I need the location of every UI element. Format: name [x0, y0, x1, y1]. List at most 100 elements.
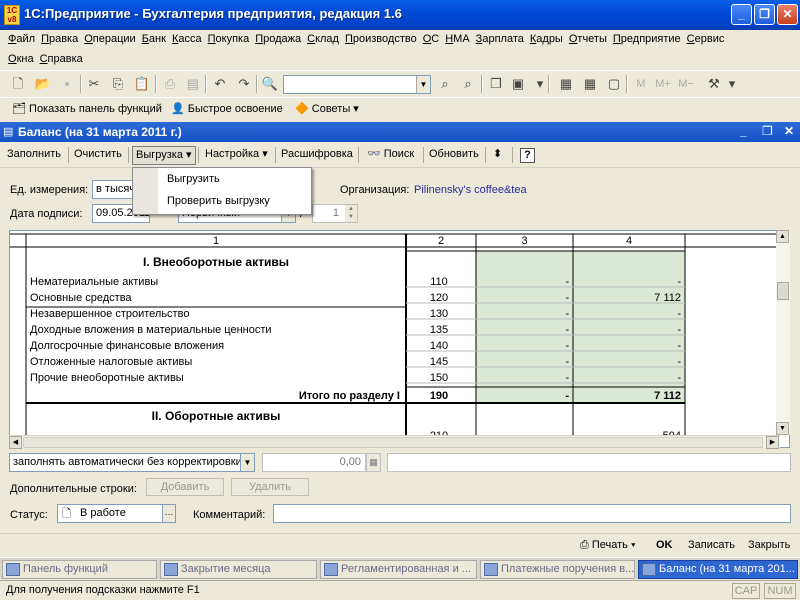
menu-item[interactable]: НМА — [442, 31, 472, 47]
doc-close-button[interactable]: ✕ — [784, 124, 794, 138]
menu-item[interactable]: Кадры — [527, 31, 566, 47]
scroll-right-icon[interactable]: ▶ — [766, 436, 779, 449]
search-button[interactable]: 👓 Поиск — [364, 146, 417, 165]
table-row-c4[interactable]: - — [573, 275, 681, 289]
open-folder-icon[interactable]: 📂 — [33, 74, 53, 94]
amount-comment-field[interactable] — [387, 453, 791, 472]
window-titlebar[interactable]: 1C v8 1С:Предприятие - Бухгалтерия предпр… — [0, 0, 800, 30]
unit-select[interactable]: в тысяч — [92, 180, 134, 199]
table-row-c3[interactable]: - — [476, 291, 569, 305]
calculator-icon[interactable]: ▦ — [366, 453, 381, 472]
total-row-col4[interactable]: 7 112 — [573, 389, 681, 403]
help-button[interactable]: ? — [520, 148, 535, 163]
close-form-button[interactable]: Закрыть — [748, 538, 790, 552]
menu-item[interactable]: Склад — [304, 31, 342, 47]
scroll-up-icon[interactable]: ▲ — [776, 230, 789, 243]
vertical-scrollbar[interactable]: ▲ ▼ — [776, 230, 790, 435]
menu-item[interactable]: Продажа — [252, 31, 304, 47]
task-month-close[interactable]: Закрытие месяца — [160, 560, 317, 579]
chevron-down-icon[interactable]: ▾ — [530, 74, 550, 94]
find-next-icon[interactable]: ⌕ — [435, 74, 455, 94]
save-button[interactable]: Записать — [688, 538, 735, 552]
undo-icon[interactable]: ↶ — [210, 74, 230, 94]
table-row-c3[interactable]: - — [476, 307, 569, 321]
print-icon[interactable]: ⎙ — [160, 74, 180, 94]
task-functions-panel[interactable]: Панель функций — [2, 560, 157, 579]
fill-button[interactable]: Заполнить — [4, 146, 64, 165]
ok-button[interactable]: OK — [656, 538, 673, 552]
decode-button[interactable]: Расшифровка — [278, 146, 356, 165]
table-row-c3[interactable]: - — [476, 275, 569, 289]
1c-icon[interactable]: ▣ — [508, 74, 528, 94]
delete-row-button[interactable]: Удалить — [231, 478, 309, 496]
doc-minimize-button[interactable]: _ — [740, 124, 747, 138]
minimize-button[interactable]: _ — [731, 4, 752, 25]
table-row-c4[interactable]: 7 112 — [573, 291, 681, 305]
organization-value[interactable]: Pilinensky's coffee&tea — [414, 184, 527, 196]
redo-icon[interactable]: ↷ — [234, 74, 254, 94]
copy-icon[interactable]: ⎘ — [108, 74, 128, 94]
menu-item[interactable]: Окна — [5, 51, 37, 67]
expand-collapse-icon[interactable]: ⬍ — [490, 146, 505, 165]
table-row-c3[interactable]: - — [476, 339, 569, 353]
settings-button[interactable]: Настройка ▾ — [202, 146, 271, 165]
amount-field[interactable]: 0,00 — [262, 453, 366, 472]
spinner-icon[interactable]: ▲ ▼ — [345, 205, 357, 222]
menu-item[interactable]: Файл — [5, 31, 38, 47]
export-button[interactable]: Выгрузка ▾ — [132, 146, 196, 165]
table-row-c3[interactable]: - — [476, 323, 569, 337]
refresh-button[interactable]: Обновить — [426, 146, 482, 165]
task-balance[interactable]: Баланс (на 31 марта 201... — [638, 560, 798, 579]
tips-button[interactable]: 🔶 Советы ▾ — [295, 101, 359, 117]
menu-item[interactable]: Правка — [38, 31, 81, 47]
export-menu-item-check[interactable]: Проверить выгрузку — [167, 195, 270, 207]
find-prev-icon[interactable]: ⌕ — [458, 74, 478, 94]
chevron-down-icon[interactable]: ▼ — [416, 76, 430, 93]
menu-item[interactable]: ОС — [420, 31, 443, 47]
table-row-c4[interactable]: - — [573, 307, 681, 321]
menu-item[interactable]: Производство — [342, 31, 420, 47]
table-row-c4[interactable]: - — [573, 371, 681, 385]
scroll-thumb[interactable] — [23, 437, 763, 448]
chevron-down-icon[interactable]: ▼ — [240, 453, 255, 472]
memory-plus-icon[interactable]: M+ — [653, 74, 673, 94]
doc-restore-button[interactable]: ❐ — [762, 124, 773, 138]
calculator-icon[interactable]: ▦ — [556, 74, 576, 94]
table-row-c4[interactable]: - — [573, 323, 681, 337]
task-regulated[interactable]: Регламентированная и ... — [320, 560, 477, 579]
scroll-down-icon[interactable]: ▼ — [776, 422, 789, 435]
chevron-down-icon[interactable]: ▾ — [722, 74, 742, 94]
functions-panel-button[interactable]: 🗂 Показать панель функций — [12, 101, 162, 117]
table-row-c3[interactable]: - — [476, 355, 569, 369]
menu-item[interactable]: Сервис — [684, 31, 728, 47]
quick-learning-button[interactable]: 👤 Быстрое освоение — [171, 101, 283, 117]
menu-item[interactable]: Предприятие — [610, 31, 684, 47]
scroll-left-icon[interactable]: ◀ — [9, 436, 22, 449]
task-payment-orders[interactable]: Платежные поручения в... — [480, 560, 635, 579]
menu-item[interactable]: Отчеты — [566, 31, 610, 47]
menu-item[interactable]: Справка — [37, 51, 86, 67]
preview-icon[interactable]: ▤ — [183, 74, 203, 94]
menu-item[interactable]: Операции — [81, 31, 138, 47]
scroll-thumb[interactable] — [777, 282, 789, 300]
table-row-c3[interactable]: - — [476, 371, 569, 385]
memory-icon[interactable]: M — [631, 74, 651, 94]
menu-item[interactable]: Покупка — [205, 31, 253, 47]
print-button[interactable]: ⎙ Печать ▾ — [580, 538, 636, 552]
window-list-icon[interactable]: ❐ — [486, 74, 506, 94]
paste-icon[interactable]: 📋 — [132, 74, 152, 94]
clipboard-icon[interactable]: ▢ — [604, 74, 624, 94]
search-input[interactable]: ▼ — [283, 75, 431, 94]
fill-mode-select[interactable]: заполнять автоматически без корректировк… — [9, 453, 241, 472]
correction-number-field[interactable]: 1 ▲ ▼ — [312, 204, 358, 223]
menu-item[interactable]: Банк — [139, 31, 169, 47]
horizontal-scrollbar[interactable]: ◀ ▶ — [9, 435, 780, 449]
find-icon[interactable]: 🔍 — [260, 74, 280, 94]
menu-item[interactable]: Зарплата — [473, 31, 527, 47]
new-document-icon[interactable]: 🗋 — [8, 74, 28, 94]
comment-field[interactable] — [273, 504, 791, 523]
save-icon[interactable]: ▪ — [57, 74, 77, 94]
maximize-button[interactable]: ❐ — [754, 4, 775, 25]
menu-item[interactable]: Касса — [169, 31, 205, 47]
memory-minus-icon[interactable]: M− — [676, 74, 696, 94]
